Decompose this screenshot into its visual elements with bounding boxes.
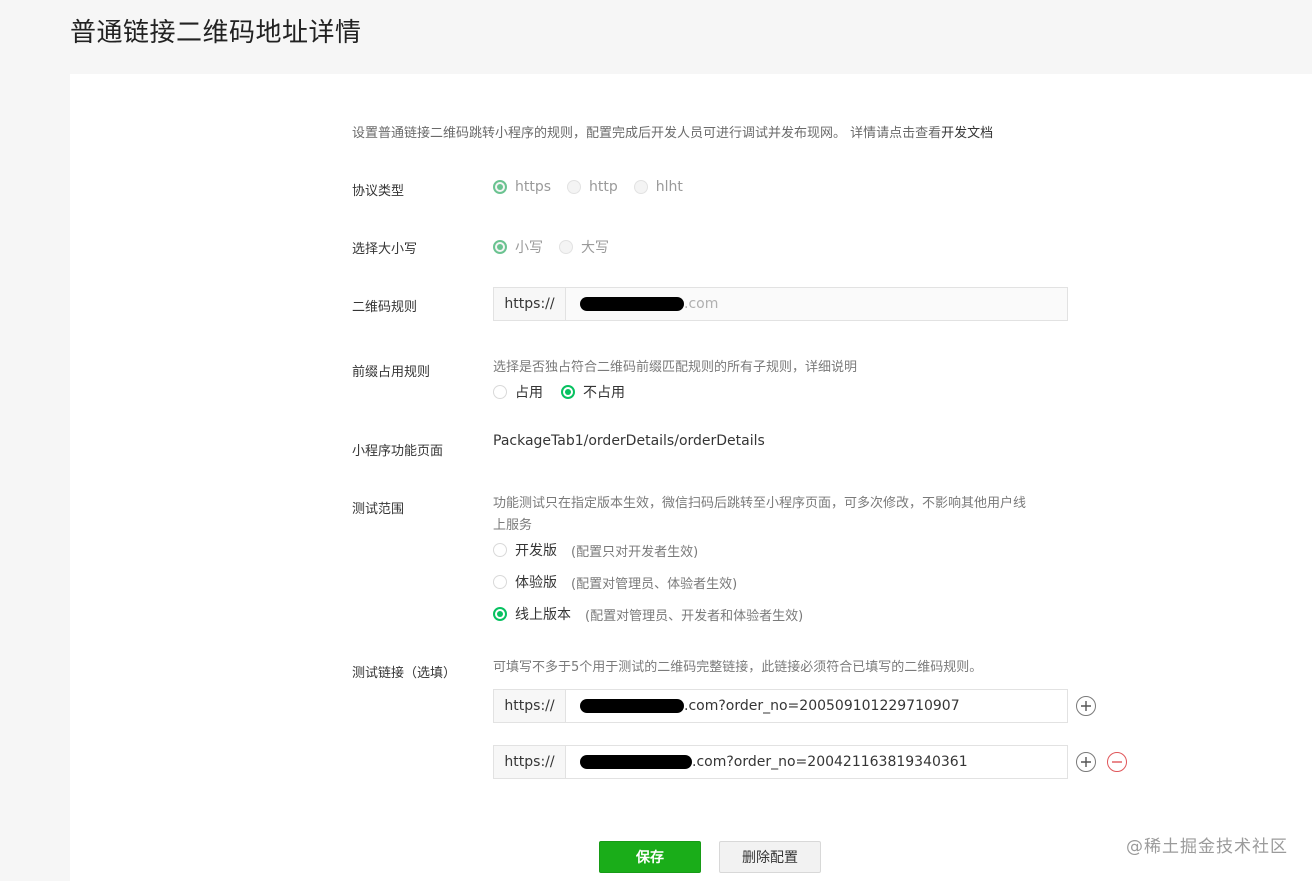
test-links-hint: 可填写不多于5个用于测试的二维码完整链接，此链接必须符合已填写的二维码规则。 — [493, 660, 983, 675]
radio-indicator — [493, 575, 507, 589]
test-link-input-1[interactable]: https:// .com?order_no=20050910122971090… — [493, 689, 1068, 723]
protocol-option-http[interactable]: http — [567, 179, 618, 195]
test-link-value: .com?order_no=200509101229710907 — [684, 698, 960, 714]
qr-rule-input[interactable]: https:// .com — [493, 287, 1068, 321]
intro-text: 设置普通链接二维码跳转小程序的规则，配置完成后开发人员可进行调试并发布现网。 详… — [352, 122, 993, 141]
prefix-option-not-occupy[interactable]: 不占用 — [561, 382, 625, 402]
page-path-value: PackageTab1/orderDetails/orderDetails — [493, 433, 765, 449]
test-link-prefix: https:// — [494, 690, 566, 722]
radio-indicator — [493, 543, 507, 557]
radio-indicator — [633, 180, 648, 194]
protocol-radio-group: https http hlht — [493, 179, 699, 195]
test-scope-hint-line2: 上服务 — [493, 518, 533, 533]
scope-option-dev[interactable]: 开发版 (配置只对开发者生效) — [493, 540, 698, 560]
radio-label: https — [515, 179, 552, 195]
remove-link-button[interactable] — [1107, 752, 1127, 772]
test-link-field[interactable]: .com?order_no=200421163819340361 — [566, 746, 1067, 778]
config-card: 设置普通链接二维码跳转小程序的规则，配置完成后开发人员可进行调试并发布现网。 详… — [70, 74, 1312, 881]
redacted-domain — [580, 297, 684, 311]
radio-indicator — [559, 240, 573, 254]
radio-label: 大写 — [581, 240, 609, 256]
dev-docs-link[interactable]: 开发文档 — [941, 126, 993, 141]
watermark: @稀土掘金技术社区 — [1126, 837, 1288, 857]
case-label: 选择大小写 — [352, 242, 418, 257]
radio-indicator — [493, 607, 507, 621]
case-option-lower[interactable]: 小写 — [493, 237, 543, 257]
test-link-input-2[interactable]: https:// .com?order_no=20042116381934036… — [493, 745, 1068, 779]
qr-rule-label: 二维码规则 — [352, 300, 418, 315]
radio-label: http — [589, 179, 618, 195]
test-scope-hint-line1: 功能测试只在指定版本生效，微信扫码后跳转至小程序页面，可多次修改，不影响其他用户… — [493, 496, 1027, 511]
case-option-upper[interactable]: 大写 — [559, 237, 609, 257]
save-button[interactable]: 保存 — [599, 841, 701, 873]
radio-label: 占用 — [515, 385, 543, 401]
prefix-rule-hint: 选择是否独占符合二维码前缀匹配规则的所有子规则，详细说明 — [493, 360, 858, 375]
radio-label: 体验版 — [515, 575, 557, 591]
protocol-option-hlht[interactable]: hlht — [633, 179, 683, 195]
qr-rule-prefix: https:// — [494, 288, 566, 320]
minus-icon — [1112, 761, 1122, 763]
prefix-rule-radio-group: 占用 不占用 — [493, 382, 641, 402]
add-link-button[interactable] — [1076, 696, 1096, 716]
intro-description: 设置普通链接二维码跳转小程序的规则，配置完成后开发人员可进行调试并发布现网。 详… — [352, 126, 942, 141]
page-path-label: 小程序功能页面 — [352, 444, 444, 459]
scope-option-release[interactable]: 线上版本 (配置对管理员、开发者和体验者生效) — [493, 604, 803, 624]
protocol-option-https[interactable]: https — [493, 179, 551, 195]
radio-indicator — [493, 240, 507, 254]
radio-label: 开发版 — [515, 543, 557, 559]
add-link-button[interactable] — [1076, 752, 1096, 772]
radio-indicator — [567, 180, 582, 194]
test-links-label: 测试链接（选填） — [352, 666, 457, 681]
radio-indicator — [493, 385, 507, 399]
radio-note: (配置对管理员、开发者和体验者生效) — [585, 608, 804, 624]
plus-icon — [1081, 701, 1091, 711]
prefix-rule-label: 前缀占用规则 — [352, 365, 431, 380]
test-link-value: .com?order_no=200421163819340361 — [692, 754, 968, 770]
test-link-prefix: https:// — [494, 746, 566, 778]
radio-note: (配置对管理员、体验者生效) — [571, 576, 738, 592]
radio-indicator — [493, 180, 507, 194]
radio-label: 小写 — [515, 240, 543, 256]
redacted-domain — [580, 755, 692, 769]
prefix-option-occupy[interactable]: 占用 — [493, 382, 543, 402]
qr-rule-field[interactable]: .com — [566, 288, 1067, 320]
page-title: 普通链接二维码地址详情 — [70, 18, 362, 48]
radio-label: hlht — [655, 179, 683, 195]
plus-icon — [1081, 757, 1091, 767]
case-radio-group: 小写 大写 — [493, 237, 625, 257]
qr-rule-suffix: .com — [684, 296, 719, 312]
delete-config-button[interactable]: 删除配置 — [719, 841, 821, 873]
radio-indicator — [561, 385, 575, 399]
test-link-field[interactable]: .com?order_no=200509101229710907 — [566, 690, 1067, 722]
test-scope-label: 测试范围 — [352, 502, 405, 517]
redacted-domain — [580, 699, 684, 713]
scope-option-trial[interactable]: 体验版 (配置对管理员、体验者生效) — [493, 572, 737, 592]
radio-note: (配置只对开发者生效) — [571, 544, 699, 560]
radio-label: 线上版本 — [515, 607, 571, 623]
radio-label: 不占用 — [583, 385, 625, 401]
protocol-label: 协议类型 — [352, 184, 405, 199]
test-scope-hint: 功能测试只在指定版本生效，微信扫码后跳转至小程序页面，可多次修改，不影响其他用户… — [493, 493, 1083, 537]
